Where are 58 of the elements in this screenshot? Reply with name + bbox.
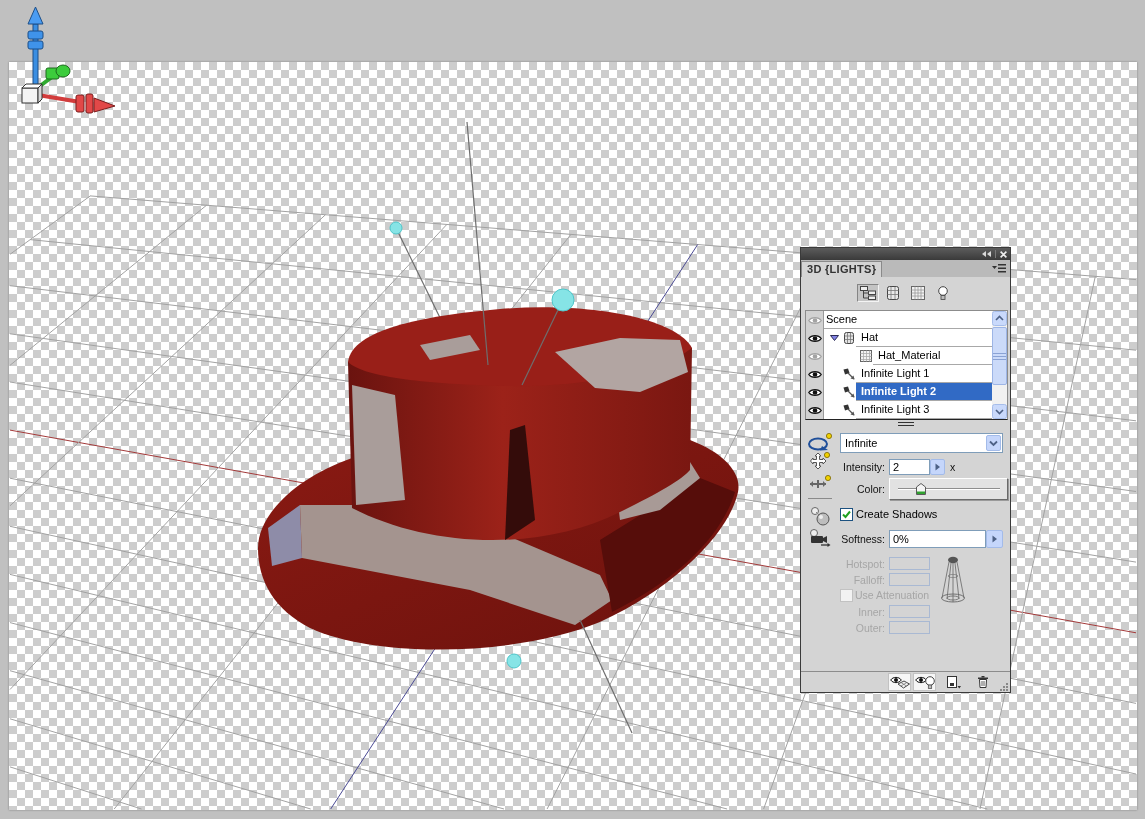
input-field[interactable] xyxy=(889,557,930,570)
panel-tab[interactable]: 3D {LIGHTS} xyxy=(801,261,883,277)
xyz-axes-icon[interactable] xyxy=(21,6,116,114)
lamp-icon xyxy=(843,368,855,380)
eye-grid-icon xyxy=(889,675,910,689)
checkbox-label[interactable]: Create Shadows xyxy=(856,508,938,521)
light-handle-icon[interactable] xyxy=(551,288,575,312)
field-label: Softness: xyxy=(840,533,885,545)
lamp-icon xyxy=(843,404,855,416)
input-field[interactable] xyxy=(889,621,930,634)
scrollbar-thumb[interactable] xyxy=(992,327,1007,385)
eye-bulb-icon xyxy=(914,675,935,689)
eye-icon[interactable] xyxy=(808,333,822,343)
cylinder-icon xyxy=(887,285,899,300)
slider-thumb[interactable] xyxy=(916,483,927,495)
eye-icon[interactable] xyxy=(808,405,822,415)
eye-icon[interactable] xyxy=(808,387,822,397)
eye-icon[interactable] xyxy=(808,369,822,379)
bulb-sphere-icon[interactable] xyxy=(810,506,830,526)
bulb-icon xyxy=(938,285,948,300)
new-page-icon[interactable] xyxy=(947,675,961,689)
light-type-dropdown[interactable]: Infinite xyxy=(840,433,1003,453)
menu-icon[interactable] xyxy=(992,264,1006,273)
input-field[interactable] xyxy=(889,573,930,586)
scroll-down-icon[interactable] xyxy=(992,404,1007,419)
cylinder-icon xyxy=(844,332,854,344)
hierarchy-icon xyxy=(860,285,876,300)
scroll-up-icon[interactable] xyxy=(992,311,1007,326)
toggle-button[interactable] xyxy=(913,673,936,691)
softness-field[interactable]: 0% xyxy=(889,530,986,548)
toggle-button[interactable] xyxy=(888,673,911,691)
slide-arrows-icon[interactable] xyxy=(809,475,831,489)
field-label: Color: xyxy=(856,483,885,495)
field-label: Intensity: xyxy=(841,461,885,473)
tree-item[interactable]: Scene xyxy=(824,311,992,329)
intensity-field[interactable]: 2 xyxy=(889,459,930,475)
grid-square-icon xyxy=(911,285,925,300)
close-icon[interactable] xyxy=(1000,250,1007,258)
input-field[interactable] xyxy=(889,605,930,618)
filter-button[interactable] xyxy=(857,283,879,302)
tree-item[interactable]: Infinite Light 2 xyxy=(856,383,992,401)
checkbox[interactable] xyxy=(840,508,853,521)
light-handle-icon[interactable] xyxy=(506,653,522,669)
chevron-down-icon[interactable] xyxy=(986,435,1001,451)
scrollbar-track[interactable] xyxy=(992,311,1007,419)
expand-triangle-icon[interactable] xyxy=(829,335,839,341)
lamp-icon xyxy=(843,386,855,398)
grid-square-icon xyxy=(860,350,872,362)
splitter-grip-icon[interactable] xyxy=(897,422,914,426)
collapse-icon[interactable] xyxy=(982,251,991,257)
unit-label: x xyxy=(950,461,956,473)
orbit-arrow-icon[interactable] xyxy=(808,433,832,451)
lamp-cone-icon xyxy=(940,556,966,606)
bulb-camera-icon[interactable] xyxy=(809,529,831,547)
light-handle-icon[interactable] xyxy=(389,221,403,235)
trash-icon[interactable] xyxy=(978,676,988,688)
resize-grip-icon[interactable] xyxy=(1000,683,1008,691)
move-arrows-icon[interactable] xyxy=(810,452,830,470)
